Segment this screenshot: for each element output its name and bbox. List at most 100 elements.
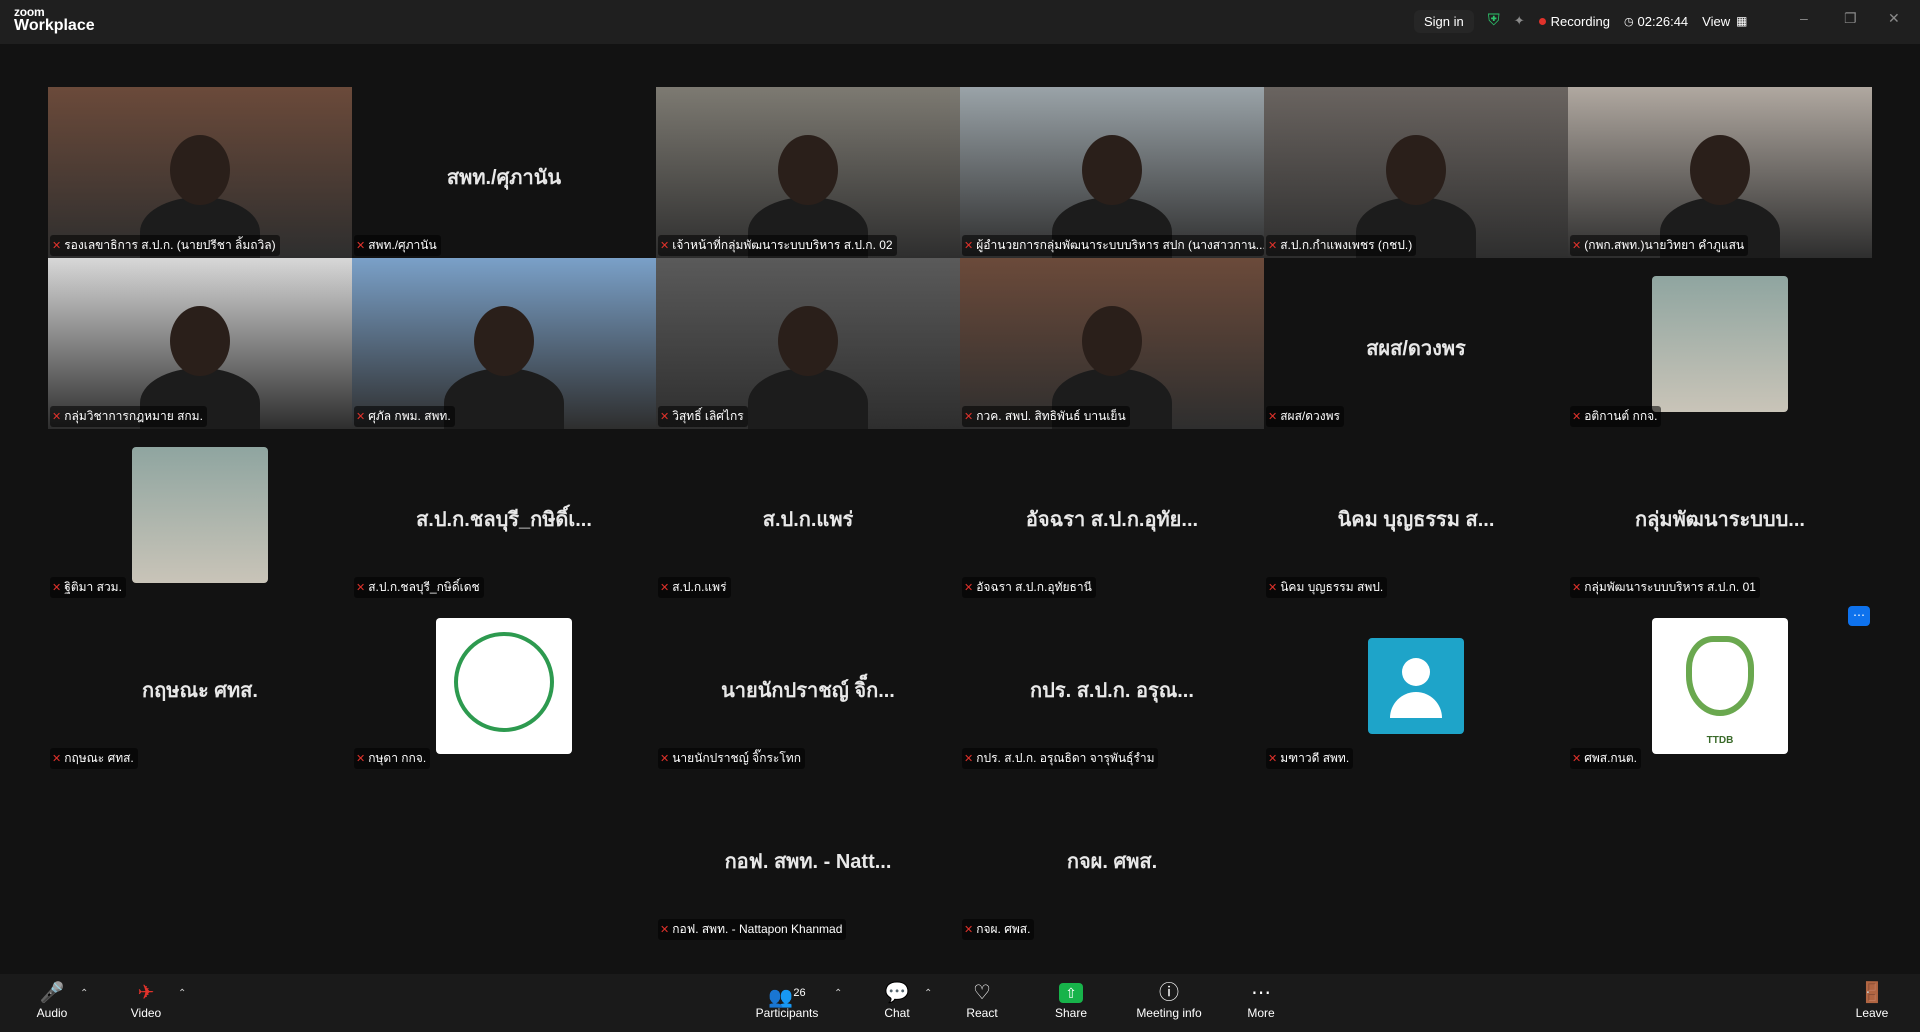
participant-name-label: ✕ สพท./ศุภานัน [354, 235, 441, 256]
muted-mic-icon: ✕ [660, 582, 670, 594]
meeting-info-label: Meeting info [1136, 1006, 1202, 1020]
gallery-view: ✕ รองเลขาธิการ ส.ป.ก. (นายปรีชา ลิ้มถวิล)… [0, 44, 1920, 974]
participant-display-name: กจผ. ศพส. [1066, 851, 1158, 873]
participants-chevron-icon[interactable]: ⌃ [834, 988, 842, 999]
participant-name: ฐิติมา สวม. [64, 580, 122, 594]
participant-name: กฤษณะ ศทส. [64, 751, 134, 765]
leave-button[interactable]: 🚪 Leave [1854, 980, 1890, 1020]
participant-tile[interactable]: ✕ ศุภัล กพม. สพท. [352, 258, 656, 429]
video-feed [352, 258, 656, 429]
participant-name-label: ✕ ผู้อำนวยการกลุ่มพัฒนาระบบบริหาร สปก (นา… [962, 235, 1264, 256]
participants-count: 26 [793, 987, 806, 999]
participant-name: สผส/ดวงพร [1280, 409, 1340, 423]
participant-tile[interactable]: ✕ อติกานต์ กกจ. [1568, 258, 1872, 429]
minimize-icon[interactable]: – [1800, 10, 1808, 26]
participant-tile[interactable]: ✕ (กพก.สพท.)นายวิทยา คำภูแสน [1568, 87, 1872, 258]
muted-mic-icon: ✕ [1572, 582, 1582, 594]
participant-tile[interactable]: ✕ เจ้าหน้าที่กลุ่มพัฒนาระบบบริหาร ส.ป.ก. … [656, 87, 960, 258]
video-feed [656, 87, 960, 258]
more-button[interactable]: ⋯ More [1246, 980, 1276, 1020]
participant-tile[interactable]: ✕ วิสุทธิ์ เลิศไกร [656, 258, 960, 429]
participant-tile[interactable]: กปร. ส.ป.ก. อรุณ... ✕ กปร. ส.ป.ก. อรุณธิดา… [960, 600, 1264, 771]
restore-icon[interactable]: ❐ [1844, 10, 1857, 27]
muted-mic-icon: ✕ [1268, 411, 1278, 423]
participant-tile[interactable]: ✕ กลุ่มวิชาการกฎหมาย สกม. [48, 258, 352, 429]
muted-mic-icon: ✕ [356, 753, 366, 765]
view-button[interactable]: View ▦ [1702, 14, 1747, 29]
participant-tile[interactable]: อัจฉรา ส.ป.ก.อุทัย... ✕ อัจฉรา ส.ป.ก.อุทัย… [960, 429, 1264, 600]
participant-tile[interactable]: ✕ มฑาวดี สพท. [1264, 600, 1568, 771]
share-button[interactable]: ⇧ Share [1054, 980, 1088, 1020]
avatar-body [1390, 692, 1442, 718]
timer: ◷ 02:26:44 [1624, 14, 1688, 29]
participant-name-label: ✕ ส.ป.ก.ชลบุรี_กษิดิ์เดช [354, 577, 484, 598]
participant-tile[interactable]: นิคม บุญธรรม ส... ✕ นิคม บุญธรรม สพป. [1264, 429, 1568, 600]
participant-tile[interactable]: สพท./ศุภานัน ✕ สพท./ศุภานัน [352, 87, 656, 258]
participant-tile[interactable]: TTDB ✕ ศพส.กนต. [1568, 600, 1872, 771]
video-off-icon: ✈ [137, 982, 155, 1004]
muted-mic-icon: 🎤 [39, 982, 65, 1004]
participant-tile[interactable]: ✕ กษุดา กกจ. [352, 600, 656, 771]
audio-options-chevron-icon[interactable]: ⌃ [80, 988, 88, 999]
participant-tile[interactable]: ส.ป.ก.แพร่ ✕ ส.ป.ก.แพร่ [656, 429, 960, 600]
video-feed [48, 87, 352, 258]
participant-tile[interactable]: นายนักปราชญ์ จิ็ก... ✕ นายนักปราชญ์ จิ๊กระ… [656, 600, 960, 771]
recording-indicator[interactable]: Recording [1538, 14, 1610, 29]
participant-tile[interactable]: กฤษณะ ศทส. ✕ กฤษณะ ศทส. [48, 600, 352, 771]
sparkle-icon[interactable]: ✦ [1514, 13, 1525, 29]
participant-tile[interactable]: สผส/ดวงพร ✕ สผส/ดวงพร [1264, 258, 1568, 429]
close-icon[interactable]: ✕ [1888, 10, 1900, 27]
chat-label: Chat [884, 1006, 910, 1020]
participant-name-label: ✕ นิคม บุญธรรม สพป. [1266, 577, 1388, 598]
participant-tile[interactable]: ✕ กวค. สพป. สิทธิพันธ์ บานเย็น [960, 258, 1264, 429]
participant-tile[interactable]: กลุ่มพัฒนาระบบบ... ✕ กลุ่มพัฒนาระบบบริหาร … [1568, 429, 1872, 600]
participant-tile[interactable]: ✕ รองเลขาธิการ ส.ป.ก. (นายปรีชา ลิ้มถวิล) [48, 87, 352, 258]
video-label: Video [130, 1006, 162, 1020]
muted-mic-icon: ✕ [964, 411, 974, 423]
share-arrow-icon: ⇧ [1059, 983, 1083, 1003]
participant-head [1690, 135, 1750, 205]
video-button[interactable]: ✈ Video [128, 980, 164, 1020]
ttdb-logo: TTDB [1652, 618, 1788, 754]
participant-name: ส.ป.ก.กำแพงเพชร (กชป.) [1280, 238, 1413, 252]
participant-name: กอฟ. สพท. - Nattapon Khanmad [672, 922, 843, 936]
participant-tile[interactable]: ✕ ผู้อำนวยการกลุ่มพัฒนาระบบบริหาร สปก (นา… [960, 87, 1264, 258]
react-button[interactable]: ♡ React [964, 980, 1000, 1020]
chat-chevron-icon[interactable]: ⌃ [924, 988, 932, 999]
participant-name-label: ✕ กลุ่มพัฒนาระบบบริหาร ส.ป.ก. 01 [1570, 577, 1760, 598]
participant-name: นิคม บุญธรรม สพป. [1280, 580, 1384, 594]
participant-name-label: ✕ (กพก.สพท.)นายวิทยา คำภูแสน [1570, 235, 1749, 256]
logo-text: TTDB [1706, 735, 1734, 746]
video-options-chevron-icon[interactable]: ⌃ [178, 988, 186, 999]
muted-mic-icon: ✕ [356, 240, 366, 252]
shield-icon[interactable]: ⛨ [1488, 12, 1500, 30]
muted-mic-icon: ✕ [52, 240, 62, 252]
sign-in-button[interactable]: Sign in [1424, 14, 1464, 29]
participant-tile[interactable]: กจผ. ศพส. ✕ กจผ. ศพส. [960, 771, 1264, 942]
participant-name-label: ✕ วิสุทธิ์ เลิศไกร [658, 406, 748, 427]
chat-button[interactable]: 💬 Chat [882, 980, 912, 1020]
participant-tile[interactable]: ส.ป.ก.ชลบุรี_กษิดิ์เ... ✕ ส.ป.ก.ชลบุรี_กษิ… [352, 429, 656, 600]
participant-tile[interactable]: ✕ ฐิติมา สวม. [48, 429, 352, 600]
participant-name: ผู้อำนวยการกลุ่มพัฒนาระบบบริหาร สปก (นาง… [976, 238, 1264, 252]
record-dot-icon [1538, 17, 1546, 25]
video-feed [960, 87, 1264, 258]
profile-photo [132, 447, 268, 583]
participant-name-label: ✕ นายนักปราชญ์ จิ๊กระโทก [658, 748, 805, 769]
more-options-icon[interactable]: ⋯ [1848, 606, 1870, 626]
audio-button[interactable]: 🎤 Audio [34, 980, 70, 1020]
muted-mic-icon: ✕ [964, 240, 974, 252]
participant-display-name: สพท./ศุภานัน [446, 167, 562, 189]
participant-tile[interactable]: ✕ ส.ป.ก.กำแพงเพชร (กชป.) [1264, 87, 1568, 258]
participant-name-label: ✕ กปร. ส.ป.ก. อรุณธิดา จารุพันธุ์รำม [962, 748, 1159, 769]
participant-name: นายนักปราชญ์ จิ๊กระโทก [672, 751, 801, 765]
participant-name: วิสุทธิ์ เลิศไกร [672, 409, 744, 423]
participants-button[interactable]: 👥26 Participants [754, 980, 820, 1020]
chat-icon: 💬 [884, 982, 910, 1004]
meeting-info-button[interactable]: ⓘ Meeting info [1132, 980, 1206, 1020]
muted-mic-icon: ✕ [1572, 240, 1582, 252]
video-feed [960, 258, 1264, 429]
muted-mic-icon: ✕ [52, 753, 62, 765]
participant-name-label: ✕ กวค. สพป. สิทธิพันธ์ บานเย็น [962, 406, 1130, 427]
participant-tile[interactable]: กอฟ. สพท. - Natt... ✕ กอฟ. สพท. - Nattapon… [656, 771, 960, 942]
